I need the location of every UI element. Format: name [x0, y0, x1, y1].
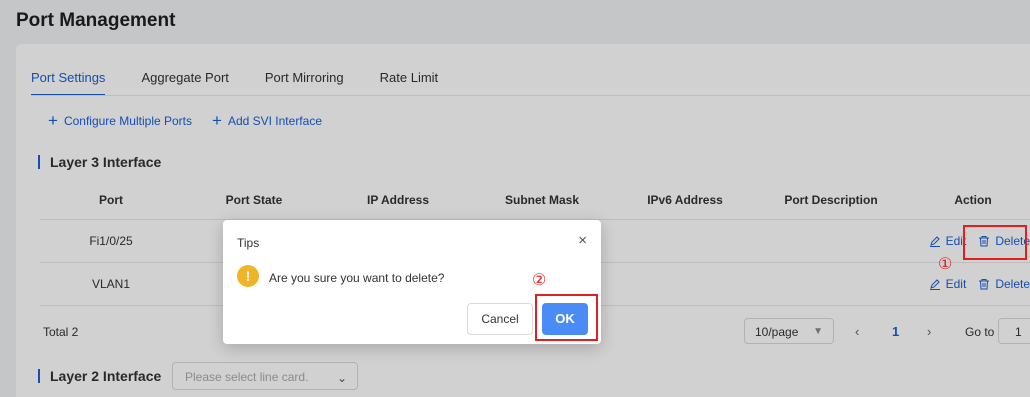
cancel-button[interactable]: Cancel: [467, 303, 533, 335]
ok-highlight-box: [535, 294, 598, 341]
warning-icon: !: [237, 265, 259, 287]
dialog-title: Tips: [237, 236, 260, 250]
delete-highlight-box: [963, 225, 1027, 260]
step-marker-1: ①: [938, 256, 953, 273]
step-marker-2: ②: [532, 272, 547, 289]
close-icon[interactable]: ×: [578, 232, 587, 249]
dialog-message: Are you sure you want to delete?: [269, 271, 445, 285]
